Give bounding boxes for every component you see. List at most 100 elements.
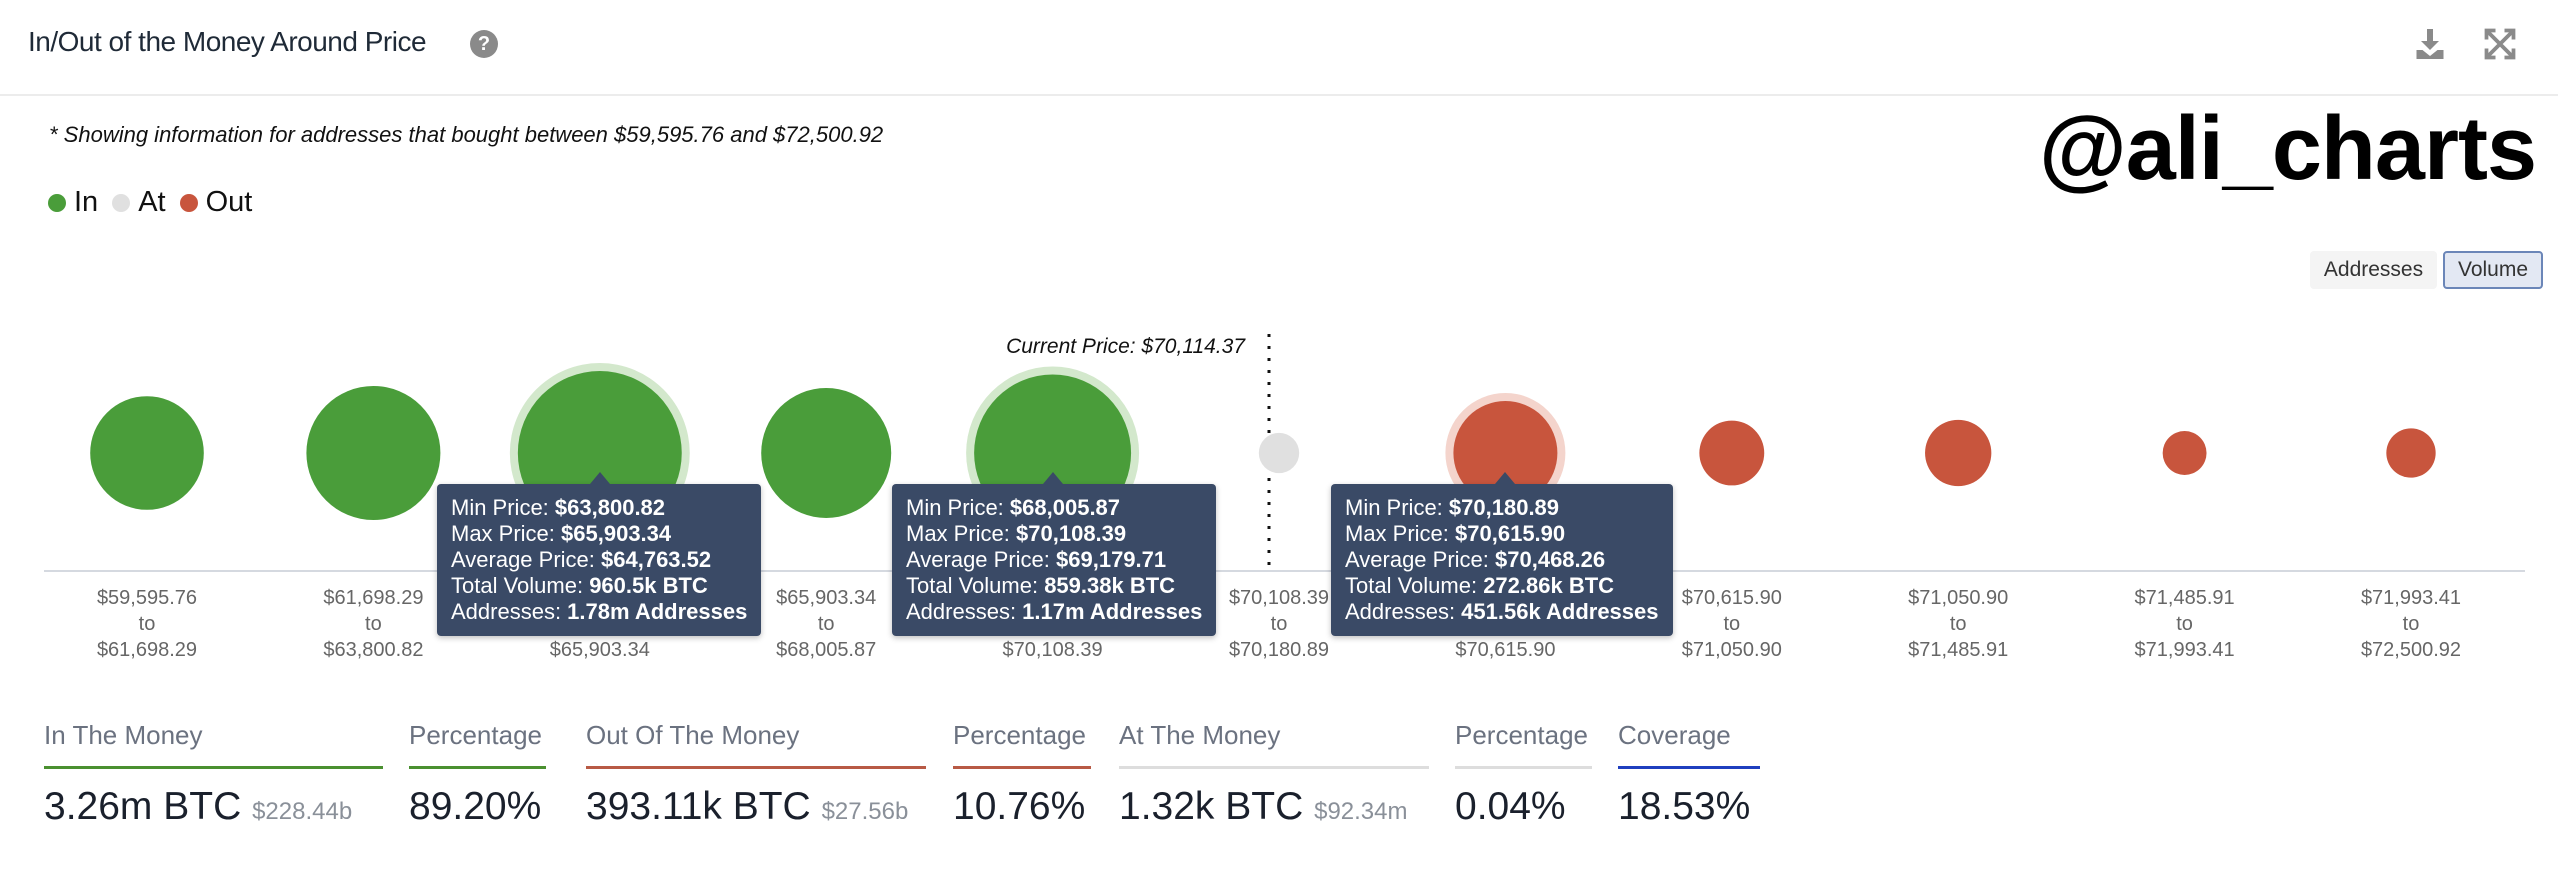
tooltip-value: $64,763.52 xyxy=(601,547,712,572)
tooltip-row: Total Volume: 272.86k BTC xyxy=(1345,573,1659,599)
bubble-out[interactable] xyxy=(1699,420,1765,486)
stat-underline xyxy=(1119,766,1429,769)
tooltip-label: Addresses: xyxy=(1345,599,1462,624)
in-dot-icon xyxy=(48,193,66,212)
tooltip-label: Max Price: xyxy=(1345,521,1456,546)
stat-percentage: Percentage 89.20% xyxy=(409,720,546,829)
bin-range-label: $70,180.89 xyxy=(1229,639,1329,661)
bin-range-label: $71,050.90 xyxy=(1682,639,1782,661)
bubble-at[interactable] xyxy=(1258,432,1300,474)
legend: In At Out xyxy=(48,186,266,219)
legend-item-in[interactable]: In xyxy=(48,186,98,219)
legend-item-out[interactable]: Out xyxy=(179,186,253,219)
stat-value: 3.26m BTC xyxy=(44,785,242,828)
stat-underline xyxy=(953,766,1091,769)
tooltip-row: Addresses: 451.56k Addresses xyxy=(1345,599,1659,625)
tooltip-value: 960.5k BTC xyxy=(589,573,708,598)
tooltip-row: Addresses: 1.78m Addresses xyxy=(451,599,747,625)
tooltip-value: $69,179.71 xyxy=(1056,547,1167,572)
tooltip-row: Addresses: 1.17m Addresses xyxy=(906,599,1202,625)
legend-item-at[interactable]: At xyxy=(112,186,166,219)
stat-value: 393.11k BTC xyxy=(586,785,811,828)
bin-range-label: $70,615.90 xyxy=(1682,587,1782,609)
tooltip-label: Average Price: xyxy=(1345,547,1496,572)
bin-range-label: $68,005.87 xyxy=(776,639,876,661)
volume-toggle-button[interactable]: Volume xyxy=(2443,251,2543,289)
stat-value-row: 1.32k BTC $92.34m xyxy=(1119,785,1429,829)
bin-range-label: $59,595.76 xyxy=(97,587,197,609)
tooltip-label: Addresses: xyxy=(451,599,568,624)
bubble-out[interactable] xyxy=(2162,431,2207,475)
tooltip-value: 1.17m Addresses xyxy=(1022,599,1203,624)
tooltip-label: Min Price: xyxy=(1345,495,1449,520)
stat-value-row: 89.20% xyxy=(409,785,546,829)
bin-range-label: to xyxy=(2176,613,2193,635)
question-circle-icon[interactable]: ? xyxy=(470,30,498,58)
brand-watermark: @ali_charts xyxy=(2038,99,2537,199)
bin-range-label: $70,615.90 xyxy=(1455,639,1555,661)
stat-value: 89.20% xyxy=(409,785,542,828)
expand-icon[interactable] xyxy=(2482,26,2518,62)
tooltip-row: Max Price: $70,615.90 xyxy=(1345,521,1659,547)
bin-range-label: to xyxy=(139,613,156,635)
current-price-label: Current Price: $70,114.37 xyxy=(1006,335,1246,358)
stat-underline xyxy=(1618,766,1760,769)
tooltip-value: $70,468.26 xyxy=(1495,547,1606,572)
bubble-in[interactable] xyxy=(90,396,204,510)
stat-usd-value: $27.56b xyxy=(821,798,909,825)
tooltip-label: Max Price: xyxy=(906,521,1017,546)
range-note: * Showing information for addresses that… xyxy=(49,122,884,147)
tooltip-value: $65,903.34 xyxy=(561,521,672,546)
tooltip-label: Min Price: xyxy=(451,495,555,520)
out-dot-icon xyxy=(179,193,198,212)
tooltip-row: Total Volume: 960.5k BTC xyxy=(451,573,747,599)
tooltip-label: Total Volume: xyxy=(1345,573,1484,598)
stat-coverage: Coverage 18.53% xyxy=(1618,720,1760,829)
page-title: In/Out of the Money Around Price xyxy=(28,26,427,57)
bin-range-label: $65,903.34 xyxy=(550,639,650,661)
tooltip-label: Total Volume: xyxy=(906,573,1045,598)
stat-value: 10.76% xyxy=(953,785,1086,828)
addresses-toggle-button[interactable]: Addresses xyxy=(2310,251,2437,289)
legend-label: Out xyxy=(205,186,253,218)
stat-value: 18.53% xyxy=(1618,785,1751,828)
tooltip-value: 451.56k Addresses xyxy=(1461,599,1659,624)
bin-range-label: $65,903.34 xyxy=(776,587,876,609)
stat-underline xyxy=(409,766,546,769)
bin-range-label: $61,698.29 xyxy=(323,587,423,609)
tooltip-label: Average Price: xyxy=(451,547,602,572)
stat-value-row: 0.04% xyxy=(1455,785,1592,829)
stat-value-row: 393.11k BTC $27.56b xyxy=(586,785,926,829)
bubble-chart: Current Price: $70,114.37 $59,595.76 to $61… xyxy=(44,334,2525,661)
bin-range-label: to xyxy=(1271,613,1288,635)
stat-value: 0.04% xyxy=(1455,785,1566,828)
stat-at-the-money: At The Money 1.32k BTC $92.34m xyxy=(1119,720,1429,829)
bin-range-label: $71,485.91 xyxy=(2135,587,2235,609)
bin-range-label: to xyxy=(2403,613,2420,635)
stat-value-row: 3.26m BTC $228.44b xyxy=(44,785,383,829)
bin-range-label: $71,050.90 xyxy=(1908,587,2008,609)
bin-range-label: $70,108.39 xyxy=(1003,639,1103,661)
stat-label: Percentage xyxy=(953,720,1086,750)
tooltip-label: Max Price: xyxy=(451,521,562,546)
tooltip-value: $70,180.89 xyxy=(1448,495,1560,520)
bubble-out[interactable] xyxy=(1925,419,1992,487)
bin-range-label: $71,485.91 xyxy=(1908,639,2008,661)
stat-in-the-money: In The Money 3.26m BTC $228.44b xyxy=(44,720,383,829)
tooltip-row: Min Price: $63,800.82 xyxy=(451,495,747,521)
bubble-in[interactable] xyxy=(761,387,892,519)
tooltip-row: Average Price: $64,763.52 xyxy=(451,547,747,573)
download-icon[interactable] xyxy=(2412,26,2448,62)
stat-label: Percentage xyxy=(1455,720,1588,750)
tooltip-value: $63,800.82 xyxy=(554,495,666,520)
bin-range-label: $70,108.39 xyxy=(1229,587,1329,609)
bin-range-label: to xyxy=(365,613,382,635)
bubble-in[interactable] xyxy=(306,385,441,521)
stat-usd-value: $228.44b xyxy=(252,798,353,825)
bubble-out[interactable] xyxy=(2386,428,2436,478)
stat-underline xyxy=(44,766,383,769)
tooltip-value: 272.86k BTC xyxy=(1483,573,1615,598)
stat-label: At The Money xyxy=(1119,720,1281,750)
stat-percentage: Percentage 10.76% xyxy=(953,720,1091,829)
bin-range-label: to xyxy=(1950,613,1967,635)
